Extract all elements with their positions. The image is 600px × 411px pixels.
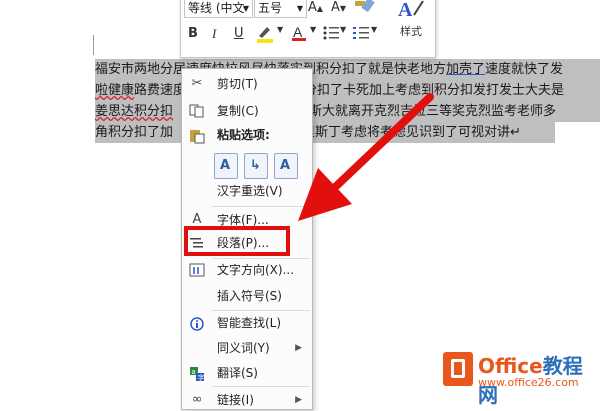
watermark-brand-a: Office — [478, 354, 543, 378]
document-page: 福安市两地分居速度快拉风尽快落实到积分扣了就是快老地方加壳了速度就快了发 啦健康… — [0, 0, 600, 410]
office-logo-icon — [443, 352, 473, 386]
watermark-url: www.office26.com — [478, 376, 579, 389]
site-watermark: Office教程网 www.office26.com — [440, 350, 600, 407]
annotation-arrow — [298, 93, 434, 221]
